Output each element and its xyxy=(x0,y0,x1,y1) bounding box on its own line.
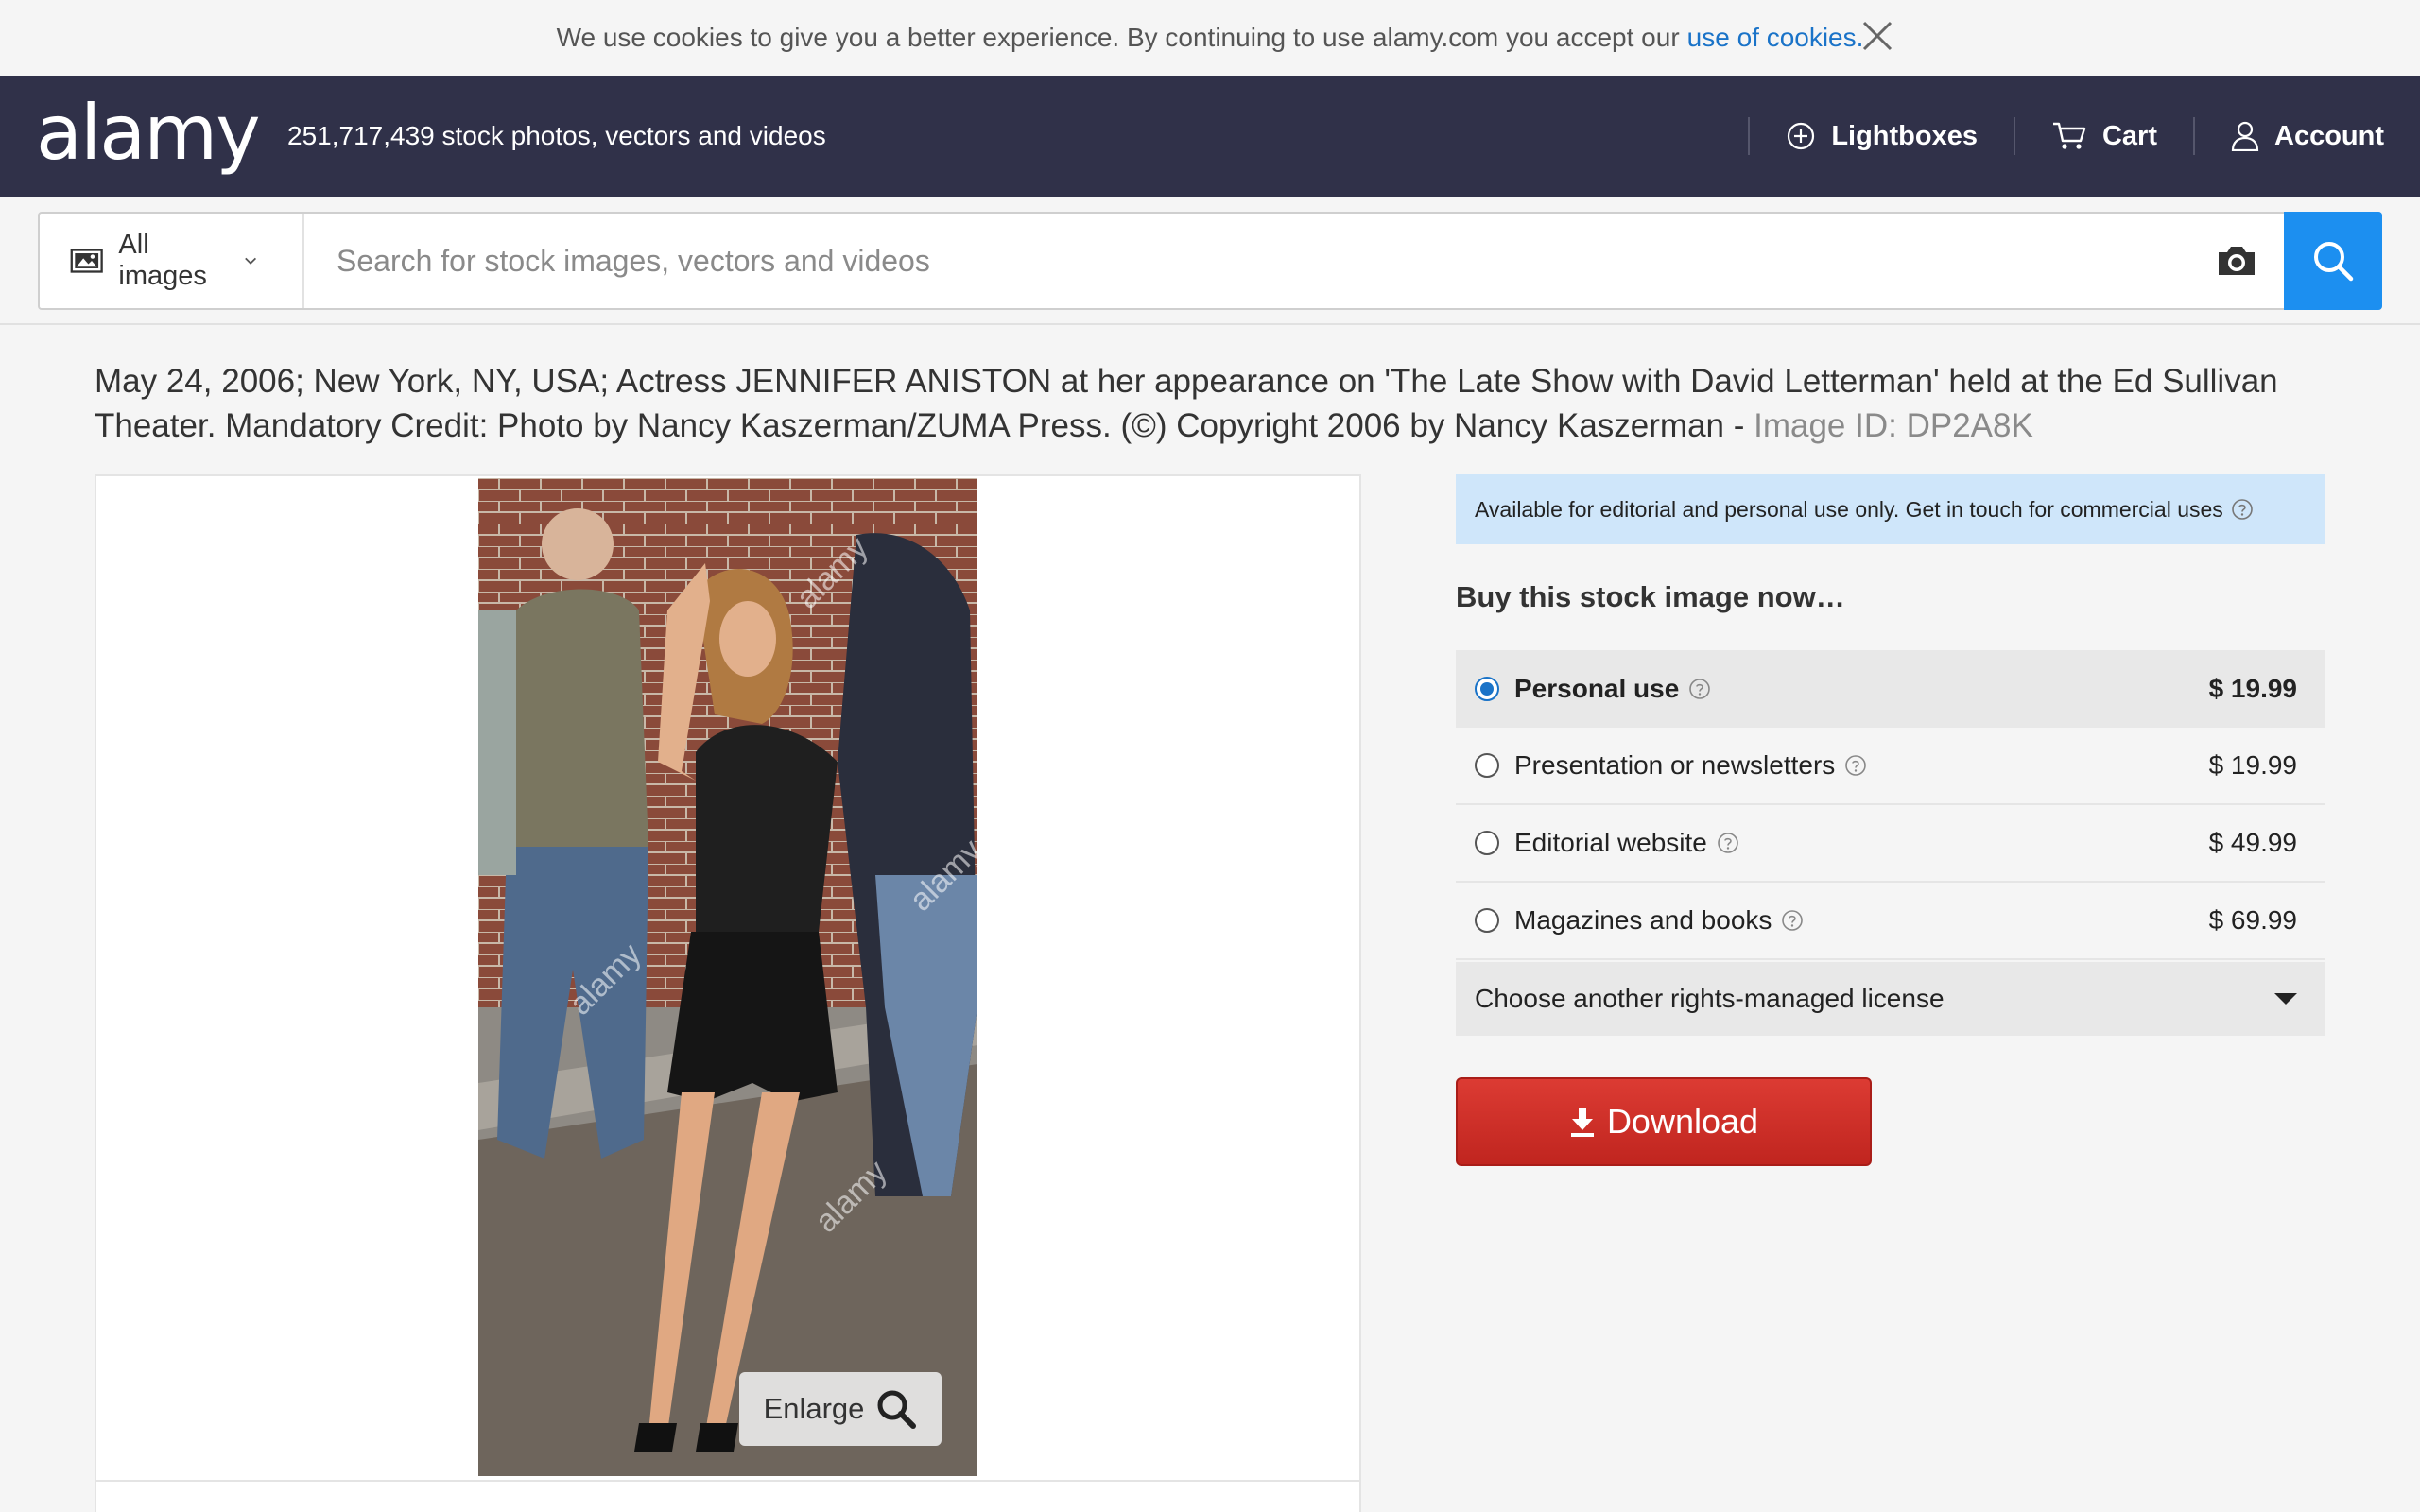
caret-down-icon xyxy=(2274,993,2297,1005)
license-options: Personal use $ 19.99 Presentation or new… xyxy=(1456,650,2325,960)
option-personal-use[interactable]: Personal use $ 19.99 xyxy=(1456,650,2325,728)
search-input[interactable] xyxy=(304,214,2189,308)
lightboxes-link[interactable]: Lightboxes xyxy=(1750,121,2014,152)
stock-count-tagline: 251,717,439 stock photos, vectors and vi… xyxy=(287,121,826,150)
enlarge-label: Enlarge xyxy=(763,1392,865,1425)
option-label-text: Personal use xyxy=(1514,674,1680,703)
option-label-text: Magazines and books xyxy=(1514,905,1772,935)
option-presentation-newsletters[interactable]: Presentation or newsletters $ 19.99 xyxy=(1456,728,2325,805)
help-icon[interactable] xyxy=(1688,678,1711,700)
close-icon[interactable] xyxy=(1860,19,1894,53)
enlarge-button[interactable]: Enlarge xyxy=(739,1372,942,1446)
image-title: May 24, 2006; New York, NY, USA; Actress… xyxy=(95,359,2344,448)
cart-label: Cart xyxy=(2101,120,2157,151)
usage-notice-text: Available for editorial and personal use… xyxy=(1475,496,2223,522)
alamy-logo[interactable]: alamy xyxy=(36,89,261,177)
license-dropdown[interactable]: Choose another rights-managed license xyxy=(1456,962,2325,1036)
search-button[interactable] xyxy=(2284,212,2382,310)
cookie-policy-link[interactable]: use of cookies. xyxy=(1687,23,1864,53)
help-icon[interactable] xyxy=(2231,498,2254,521)
option-price: $ 49.99 xyxy=(2208,828,2297,857)
option-price: $ 69.99 xyxy=(2208,905,2297,935)
help-icon[interactable] xyxy=(1717,832,1739,854)
radio-button[interactable] xyxy=(1475,753,1499,778)
radio-button[interactable] xyxy=(1475,908,1499,933)
radio-button[interactable] xyxy=(1475,677,1499,701)
cookie-banner: We use cookies to give you a better expe… xyxy=(0,0,2420,76)
option-label: Editorial website xyxy=(1514,828,1739,858)
download-button[interactable]: Download xyxy=(1456,1077,1872,1166)
chevron-down-icon xyxy=(244,257,256,265)
download-label: Download xyxy=(1606,1102,1759,1141)
radio-button[interactable] xyxy=(1475,831,1499,855)
option-magazines-books[interactable]: Magazines and books $ 69.99 xyxy=(1456,883,2325,960)
image-icon xyxy=(70,249,103,273)
option-label-text: Presentation or newsletters xyxy=(1514,750,1836,780)
stock-photo[interactable]: alamy alamy alamy alamy xyxy=(478,478,977,1476)
help-icon[interactable] xyxy=(1781,909,1804,932)
search-icon xyxy=(2314,242,2354,282)
cart-link[interactable]: Cart xyxy=(2015,121,2193,152)
lightboxes-label: Lightboxes xyxy=(1831,120,1978,151)
option-price: $ 19.99 xyxy=(2208,750,2297,780)
account-link[interactable]: Account xyxy=(2195,121,2420,152)
option-label: Presentation or newsletters xyxy=(1514,750,1867,781)
search-bar: All images xyxy=(38,212,2382,310)
cookie-text: We use cookies to give you a better expe… xyxy=(556,23,1680,52)
site-header: alamy 251,717,439 stock photos, vectors … xyxy=(0,76,2420,197)
search-area: All images xyxy=(0,197,2420,325)
option-editorial-website[interactable]: Editorial website $ 49.99 xyxy=(1456,805,2325,883)
usage-notice: Available for editorial and personal use… xyxy=(1456,474,2325,544)
option-label-text: Editorial website xyxy=(1514,828,1707,857)
option-label: Magazines and books xyxy=(1514,905,1804,936)
search-scope-dropdown[interactable]: All images xyxy=(40,214,304,308)
user-icon xyxy=(2231,121,2259,151)
image-toolbar-divider xyxy=(96,1480,1359,1482)
cart-icon xyxy=(2052,122,2086,149)
download-icon xyxy=(1570,1108,1594,1137)
header-nav: Lightboxes Cart Account xyxy=(1748,76,2420,197)
image-id: Image ID: DP2A8K xyxy=(1754,407,2033,444)
account-label: Account xyxy=(2274,120,2384,151)
image-viewer: alamy alamy alamy alamy Enlarge xyxy=(95,474,1361,1512)
help-icon[interactable] xyxy=(1844,754,1867,777)
plus-circle-icon xyxy=(1788,122,1815,150)
camera-search-icon[interactable] xyxy=(2189,214,2284,308)
search-scope-label: All images xyxy=(118,230,207,291)
option-price: $ 19.99 xyxy=(2208,674,2297,703)
buy-heading: Buy this stock image now… xyxy=(1456,580,1845,613)
option-label: Personal use xyxy=(1514,674,1711,704)
magnifier-icon xyxy=(877,1390,917,1429)
license-dropdown-label: Choose another rights-managed license xyxy=(1475,984,1945,1013)
